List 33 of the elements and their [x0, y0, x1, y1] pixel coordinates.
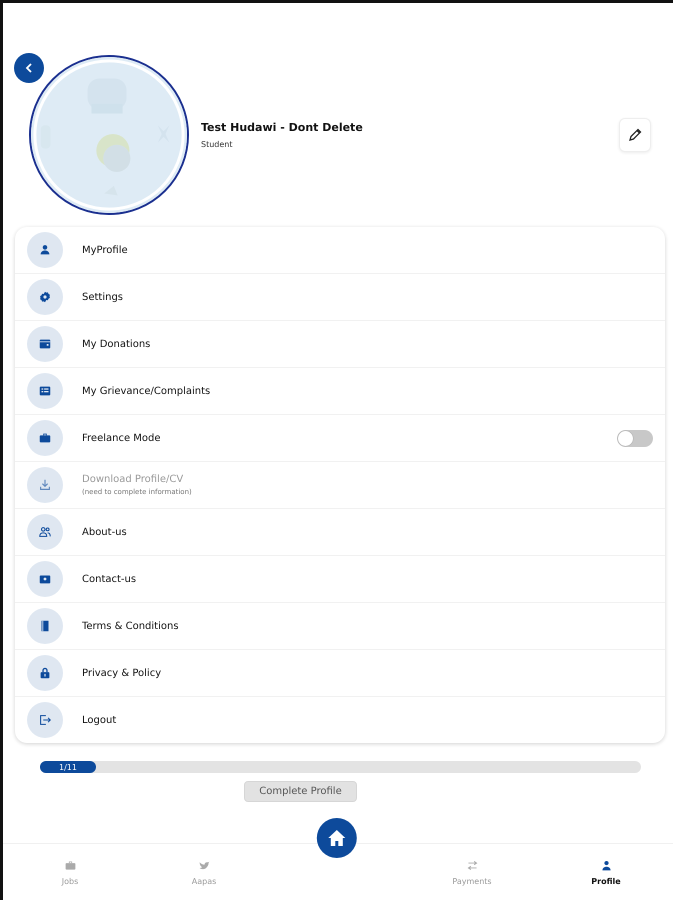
back-button[interactable] [14, 53, 44, 83]
nav-tab[interactable]: Profile [539, 856, 673, 888]
download-icon [38, 478, 52, 492]
menu-item[interactable]: Settings [15, 273, 665, 320]
swap-arrows-icon [466, 858, 478, 872]
lock-icon [38, 666, 52, 680]
menu-item[interactable]: Privacy & Policy [15, 649, 665, 696]
menu-item[interactable]: About-us [15, 508, 665, 555]
home-button[interactable] [316, 818, 357, 858]
wallet-icon [38, 337, 52, 351]
briefcase-icon [38, 431, 52, 445]
menu-item[interactable]: My Grievance/Complaints [15, 367, 665, 414]
person-icon [600, 858, 612, 872]
menu-item[interactable]: Freelance Mode [15, 414, 665, 461]
user-name: Test Hudawi - Dont Delete [201, 121, 364, 134]
people-icon [38, 525, 52, 539]
toggle-switch[interactable] [617, 430, 653, 446]
list-icon [38, 384, 52, 398]
menu-item[interactable]: My Donations [15, 320, 665, 367]
menu-item[interactable]: Terms & Conditions [15, 602, 665, 649]
pencil-icon [627, 127, 643, 143]
person-icon [38, 243, 52, 257]
briefcase-icon [64, 858, 76, 872]
edit-button[interactable] [619, 118, 651, 152]
home-icon [326, 828, 347, 848]
gear-icon [38, 290, 52, 304]
logout-icon [38, 713, 52, 727]
progress-fill: 1/11 [40, 761, 96, 773]
user-role: Student [201, 140, 234, 149]
complete-profile-button[interactable]: Complete Profile [244, 781, 357, 802]
menu-item[interactable]: Contact-us [15, 555, 665, 602]
menu-item[interactable]: Logout [15, 696, 665, 743]
menu-item[interactable]: MyProfile [15, 227, 665, 273]
